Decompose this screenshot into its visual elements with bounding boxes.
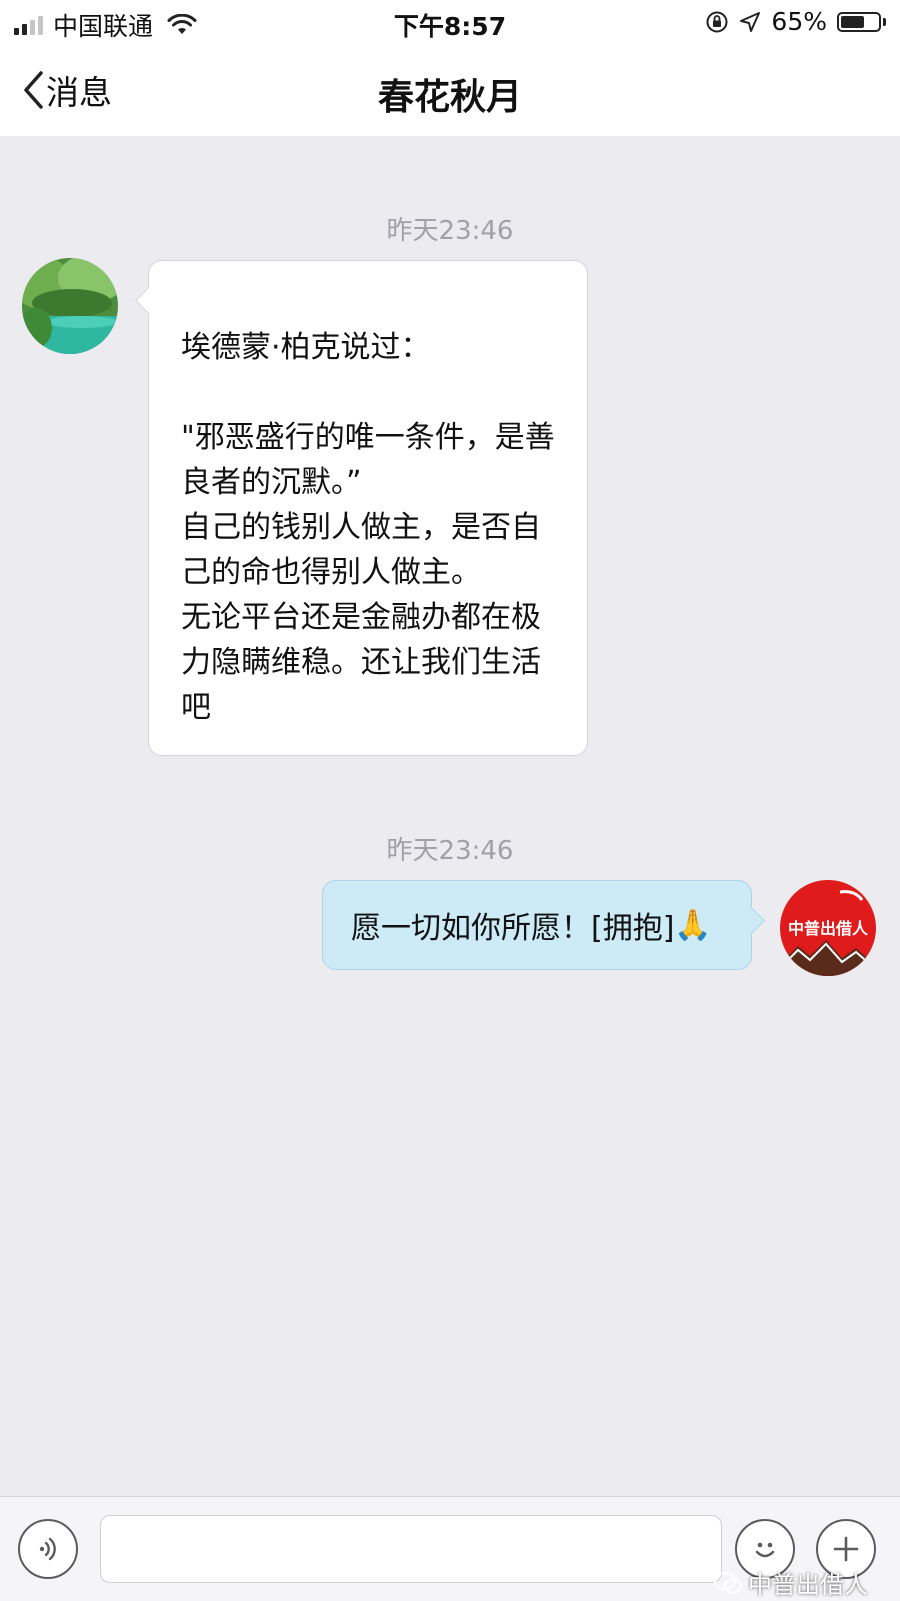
landscape-avatar-image <box>22 258 118 354</box>
message-line: 无论平台还是金融办都在极 <box>181 600 541 635</box>
status-bar: 中国联通 下午8:57 65% <box>0 0 900 44</box>
message-line: "邪恶盛行的唯一条件，是善 <box>181 420 555 455</box>
battery-cap <box>883 17 886 26</box>
red-logo-avatar: 中普出借人 <box>780 880 876 976</box>
emoji-icon <box>755 1542 775 1558</box>
message-input[interactable] <box>100 1515 722 1583</box>
nav-bar: 消息 春花秋月 <box>0 44 900 136</box>
location-arrow-icon <box>740 11 761 32</box>
bubble-tail <box>135 287 162 314</box>
battery-icon <box>837 11 881 32</box>
status-right: 65% <box>705 7 886 36</box>
watermark-text: 中普出借人 <box>748 1571 868 1599</box>
message-line: 自己的钱别人做主，是否自 <box>181 510 541 545</box>
message-line: 埃德蒙·柏克说过： <box>181 330 431 365</box>
message-timestamp: 昨天23:46 <box>386 836 514 866</box>
message-line: 己的命也得别人做主。 <box>181 555 481 590</box>
orientation-lock-icon <box>706 11 728 32</box>
message-text: 愿一切如你所愿！[拥抱] <box>351 911 675 946</box>
my-avatar[interactable]: 中普出借人 <box>780 880 876 976</box>
battery-percent: 65% <box>771 7 827 36</box>
battery-level <box>841 15 865 28</box>
contact-avatar[interactable] <box>22 258 118 354</box>
bubble-tail <box>738 907 765 934</box>
page-title: 春花秋月 <box>377 77 522 118</box>
voice-icon <box>39 1537 56 1561</box>
outgoing-message-bubble[interactable]: 愿一切如你所愿！[拥抱] 🙏 <box>322 880 765 970</box>
watermark: 中普出借人 <box>714 1565 868 1600</box>
wechat-icon <box>714 1571 742 1593</box>
message-line: 力隐瞒维稳。还让我们生活 <box>181 645 541 680</box>
message-line: 良者的沉默。” <box>181 465 362 500</box>
message-timestamp: 昨天23:46 <box>386 216 514 246</box>
avatar-logo-text: 中普出借人 <box>788 919 869 938</box>
folded-hands-emoji: 🙏 <box>674 907 712 943</box>
plus-icon <box>833 1536 859 1562</box>
message-line: 吧 <box>181 690 211 725</box>
voice-button[interactable] <box>18 1519 78 1579</box>
incoming-message-bubble[interactable]: 埃德蒙·柏克说过： "邪恶盛行的唯一条件，是善 良者的沉默。” 自己的钱别人做主… <box>135 260 588 756</box>
